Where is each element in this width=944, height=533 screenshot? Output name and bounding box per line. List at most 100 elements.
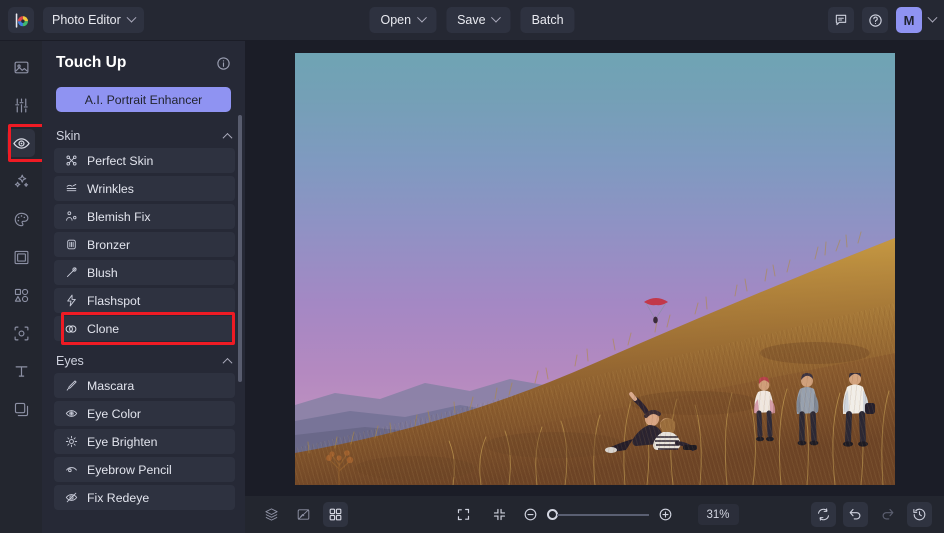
reset-icon[interactable] — [811, 502, 836, 527]
actual-size-icon[interactable] — [486, 502, 511, 527]
tool-row-blush[interactable]: Blush — [54, 260, 235, 285]
rail-item-adjust[interactable] — [7, 91, 35, 119]
account-actions-group: M — [828, 7, 938, 33]
tool-row-eyebrow-pencil[interactable]: Eyebrow Pencil — [54, 457, 235, 482]
tool-label: Bronzer — [87, 237, 131, 252]
zoom-level-value[interactable]: 31% — [697, 504, 739, 525]
user-avatar[interactable]: M — [896, 7, 922, 33]
tool-row-eye-color[interactable]: Eye Color — [54, 401, 235, 426]
batch-button[interactable]: Batch — [520, 7, 575, 33]
photo-editor-window: Photo Editor Open Save Batch M Touch Up … — [0, 0, 944, 533]
flashspot-bolt-icon — [64, 294, 78, 308]
seated-people — [604, 391, 697, 453]
mascara-wand-icon — [64, 379, 78, 393]
tool-label: Blush — [87, 265, 118, 280]
rail-item-layers[interactable] — [7, 395, 35, 423]
chevron-down-icon[interactable] — [927, 12, 938, 23]
tool-label: Eyebrow Pencil — [87, 462, 172, 477]
tool-row-bronzer[interactable]: Bronzer — [54, 232, 235, 257]
tool-label: Flashspot — [87, 293, 141, 308]
bottom-toolbar: 31% — [245, 496, 944, 533]
perfect-skin-icon — [64, 154, 78, 168]
blemish-fix-icon — [64, 210, 78, 224]
ai-portrait-enhancer-button[interactable]: A.I. Portrait Enhancer — [56, 87, 231, 112]
save-label: Save — [457, 13, 486, 27]
zoom-controls-group: 31% — [450, 502, 739, 527]
chevron-down-icon — [126, 12, 137, 23]
layers-stack-icon[interactable] — [259, 502, 284, 527]
batch-label: Batch — [531, 13, 564, 27]
panel-scroll-area[interactable]: Skin Perfect Skin Wrinkles Blemish Fix B… — [42, 124, 245, 533]
rail-item-touchup[interactable] — [7, 124, 46, 162]
chevron-down-icon — [416, 12, 427, 23]
tool-label: Perfect Skin — [87, 153, 154, 168]
tool-row-mascara[interactable]: Mascara — [54, 373, 235, 398]
tool-label: Mascara — [87, 378, 135, 393]
eyebrow-pencil-icon — [64, 463, 78, 477]
open-button[interactable]: Open — [369, 7, 437, 33]
rail-item-image[interactable] — [7, 53, 35, 81]
fix-redeye-icon — [64, 491, 78, 505]
photo-preview[interactable] — [294, 52, 895, 485]
app-mode-label: Photo Editor — [52, 13, 121, 27]
chevron-down-icon — [491, 12, 502, 23]
image-viewport[interactable] — [245, 41, 944, 496]
redo-icon[interactable] — [875, 502, 900, 527]
section-header-skin[interactable]: Skin — [42, 124, 245, 148]
tool-row-clone[interactable]: Clone — [54, 312, 235, 345]
rail-item-frames[interactable] — [7, 243, 35, 271]
view-mode-group — [259, 502, 348, 527]
zoom-in-icon[interactable] — [657, 507, 672, 522]
rail-item-color[interactable] — [7, 205, 35, 233]
file-actions-group: Open Save Batch — [369, 7, 575, 33]
chevron-up-icon — [222, 357, 233, 368]
chevron-up-icon — [222, 132, 233, 143]
help-button[interactable] — [862, 7, 888, 33]
touchup-panel: Touch Up A.I. Portrait Enhancer Skin Per… — [42, 41, 245, 533]
tool-label: Eye Brighten — [87, 434, 158, 449]
rail-item-effects[interactable] — [7, 167, 35, 195]
fit-to-screen-icon[interactable] — [450, 502, 475, 527]
tool-label: Eye Color — [87, 406, 141, 421]
rail-item-crop[interactable] — [7, 319, 35, 347]
info-circle-icon[interactable] — [216, 56, 231, 71]
top-toolbar: Photo Editor Open Save Batch M — [0, 0, 944, 41]
grid-view-icon[interactable] — [323, 502, 348, 527]
eye-color-icon — [64, 407, 78, 421]
section-header-eyes[interactable]: Eyes — [42, 349, 245, 373]
feedback-button[interactable] — [828, 7, 854, 33]
tool-row-eye-brighten[interactable]: Eye Brighten — [54, 429, 235, 454]
tool-row-fix-redeye[interactable]: Fix Redeye — [54, 485, 235, 510]
bronzer-icon — [64, 238, 78, 252]
shrub — [325, 449, 353, 485]
compare-split-icon[interactable] — [291, 502, 316, 527]
tool-label: Fix Redeye — [87, 490, 150, 505]
rail-item-shapes[interactable] — [7, 281, 35, 309]
tool-row-wrinkles[interactable]: Wrinkles — [54, 176, 235, 201]
undo-icon[interactable] — [843, 502, 868, 527]
wrinkles-icon — [64, 182, 78, 196]
rail-item-text[interactable] — [7, 357, 35, 385]
history-actions-group — [811, 502, 932, 527]
main-body: Touch Up A.I. Portrait Enhancer Skin Per… — [0, 41, 944, 533]
tool-label: Clone — [87, 321, 120, 336]
app-mode-menu[interactable]: Photo Editor — [43, 7, 144, 33]
history-icon[interactable] — [907, 502, 932, 527]
tool-row-perfect-skin[interactable]: Perfect Skin — [54, 148, 235, 173]
section-title-eyes: Eyes — [56, 354, 84, 368]
clone-icon — [64, 322, 78, 336]
tool-label: Wrinkles — [87, 181, 134, 196]
zoom-slider[interactable] — [522, 507, 672, 522]
tool-row-blemish-fix[interactable]: Blemish Fix — [54, 204, 235, 229]
standing-people — [753, 372, 875, 447]
canvas-area: 31% — [245, 41, 944, 533]
ai-button-label: A.I. Portrait Enhancer — [84, 92, 203, 107]
paraglider — [643, 297, 668, 323]
panel-scrollbar[interactable] — [238, 115, 242, 382]
panel-header: Touch Up — [42, 41, 245, 85]
app-logo[interactable] — [8, 7, 34, 33]
zoom-slider-track[interactable] — [556, 513, 649, 516]
zoom-out-icon[interactable] — [522, 507, 537, 522]
save-button[interactable]: Save — [446, 7, 511, 33]
tool-row-flashspot[interactable]: Flashspot — [54, 288, 235, 313]
